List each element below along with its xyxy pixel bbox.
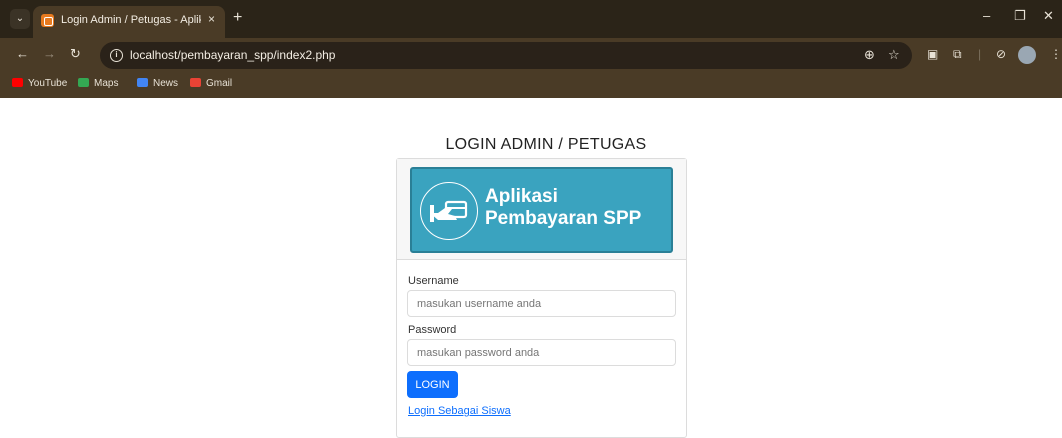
password-input[interactable] [407, 339, 676, 366]
bookmark-news[interactable]: News [137, 78, 178, 89]
address-bar[interactable]: i localhost/pembayaran_spp/index2.php ⊕ … [100, 42, 912, 69]
bookmarks-bar: YouTube Maps News Gmail [0, 72, 1062, 98]
card-header: Aplikasi Pembayaran SPP [397, 159, 686, 260]
close-window-icon[interactable]: ✕ [1043, 8, 1054, 24]
tab-bar: ⌄ Login Admin / Petugas - Aplika × + – ❐… [0, 0, 1062, 38]
tab-search-button[interactable]: ⌄ [10, 9, 30, 29]
youtube-icon [12, 78, 23, 87]
username-input[interactable] [407, 290, 676, 317]
forward-icon[interactable]: → [43, 46, 56, 61]
restore-icon[interactable]: ❐ [1014, 8, 1026, 24]
browser-tab[interactable]: Login Admin / Petugas - Aplika × [33, 6, 225, 38]
app-banner: Aplikasi Pembayaran SPP [410, 167, 673, 253]
toolbar-divider: | [978, 47, 982, 61]
zoom-icon[interactable]: ⊕ [864, 47, 875, 63]
back-icon[interactable]: ← [16, 46, 29, 61]
tab-close-icon[interactable]: × [208, 12, 215, 26]
bookmark-maps[interactable]: Maps [78, 78, 118, 89]
profile-avatar[interactable] [1018, 46, 1036, 64]
payment-icon [420, 182, 478, 240]
login-card: Aplikasi Pembayaran SPP Username Passwor… [396, 158, 687, 438]
password-label: Password [408, 324, 457, 336]
page-title-wrap: LOGIN ADMIN / PETUGAS [0, 136, 1062, 154]
banner-line-2: Pembayaran SPP [485, 208, 642, 229]
new-tab-button[interactable]: + [233, 9, 242, 27]
login-siswa-link[interactable]: Login Sebagai Siswa [408, 405, 511, 417]
menu-dots-icon[interactable]: ⋮ [1050, 47, 1062, 61]
maps-icon [78, 78, 89, 87]
page-title: LOGIN ADMIN / PETUGAS [445, 136, 647, 153]
reload-icon[interactable]: ↻ [70, 46, 81, 62]
bookmark-star-icon[interactable]: ☆ [888, 47, 900, 63]
site-info-icon[interactable]: i [110, 49, 123, 62]
tab-title: Login Admin / Petugas - Aplika [61, 14, 201, 26]
sync-icon[interactable]: ⊘ [996, 47, 1006, 61]
banner-text: Aplikasi Pembayaran SPP [485, 186, 641, 230]
gmail-icon [190, 78, 201, 87]
extension-icon[interactable]: ▣ [927, 47, 938, 61]
minimize-icon[interactable]: – [983, 8, 990, 23]
bookmark-youtube[interactable]: YouTube [12, 78, 67, 89]
banner-line-1: Aplikasi [485, 186, 558, 207]
bookmark-gmail[interactable]: Gmail [190, 78, 232, 89]
browser-toolbar: ← → ↻ i localhost/pembayaran_spp/index2.… [0, 38, 1062, 72]
news-icon [137, 78, 148, 87]
username-label: Username [408, 275, 459, 287]
tab-favicon-icon [41, 14, 54, 27]
extensions-puzzle-icon[interactable]: ⧉ [953, 47, 962, 62]
url-text[interactable]: localhost/pembayaran_spp/index2.php [130, 48, 335, 62]
login-button[interactable]: LOGIN [407, 371, 458, 398]
